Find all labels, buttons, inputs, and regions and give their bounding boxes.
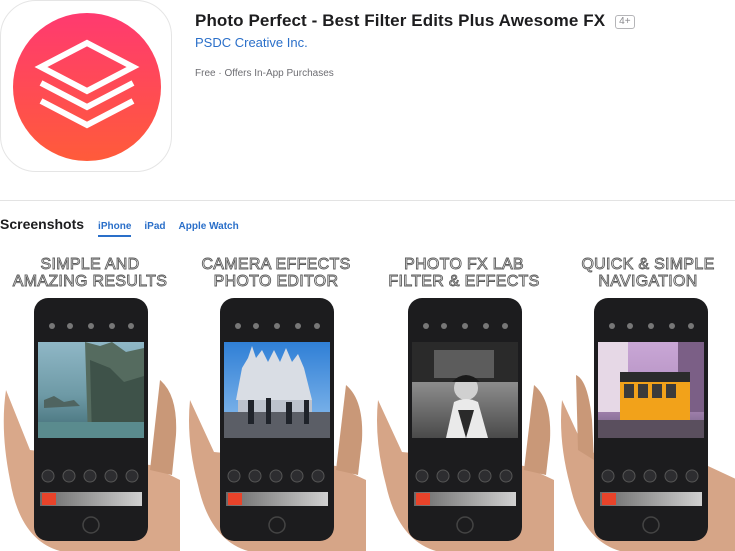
section-divider [0, 200, 735, 201]
caption-line-2: NAVIGATION [598, 273, 698, 291]
screenshot-1[interactable]: SIMPLE AND AMAZING RESULTS [0, 250, 180, 551]
tab-iphone[interactable]: iPhone [98, 221, 132, 237]
stacked-layers-icon [13, 13, 161, 161]
age-rating-badge: 4+ [615, 15, 635, 29]
screenshots-header: Screenshots iPhone iPad Apple Watch [0, 216, 239, 237]
phone-in-hand-image [3, 298, 180, 551]
screenshot-3[interactable]: PHOTO FX LAB FILTER & EFFECTS [374, 250, 554, 551]
app-header: Photo Perfect - Best Filter Edits Plus A… [195, 11, 725, 79]
app-title: Photo Perfect - Best Filter Edits Plus A… [195, 11, 606, 30]
tab-apple-watch[interactable]: Apple Watch [179, 221, 239, 237]
caption-line-2: FILTER & EFFECTS [388, 273, 540, 291]
tab-ipad[interactable]: iPad [144, 221, 165, 237]
screenshot-caption: CAMERA EFFECTS PHOTO EDITOR [186, 256, 366, 291]
screenshot-4[interactable]: QUICK & SIMPLE NAVIGATION [558, 250, 735, 551]
caption-line-1: SIMPLE AND [40, 256, 140, 274]
caption-line-1: PHOTO FX LAB [404, 256, 524, 274]
device-tabs: iPhone iPad Apple Watch [98, 221, 239, 237]
screenshot-caption: SIMPLE AND AMAZING RESULTS [0, 256, 180, 291]
phone-in-hand-image [377, 298, 554, 551]
phone-in-hand-image [561, 298, 735, 551]
screenshot-gallery: SIMPLE AND AMAZING RESULTS CAMERA EFFECT… [0, 250, 735, 551]
caption-line-1: QUICK & SIMPLE [581, 256, 715, 274]
screenshot-caption: QUICK & SIMPLE NAVIGATION [558, 256, 735, 291]
caption-line-2: PHOTO EDITOR [213, 273, 339, 291]
screenshot-2[interactable]: CAMERA EFFECTS PHOTO EDITOR [186, 250, 366, 551]
app-icon [0, 0, 172, 172]
title-row: Photo Perfect - Best Filter Edits Plus A… [195, 11, 725, 31]
caption-line-1: CAMERA EFFECTS [201, 256, 351, 274]
screenshot-caption: PHOTO FX LAB FILTER & EFFECTS [374, 256, 554, 291]
screenshots-title: Screenshots [0, 216, 85, 232]
caption-line-2: AMAZING RESULTS [12, 273, 168, 291]
developer-link[interactable]: PSDC Creative Inc. [195, 35, 308, 50]
phone-in-hand-image [189, 298, 366, 551]
price-line: Free · Offers In-App Purchases [195, 68, 334, 79]
